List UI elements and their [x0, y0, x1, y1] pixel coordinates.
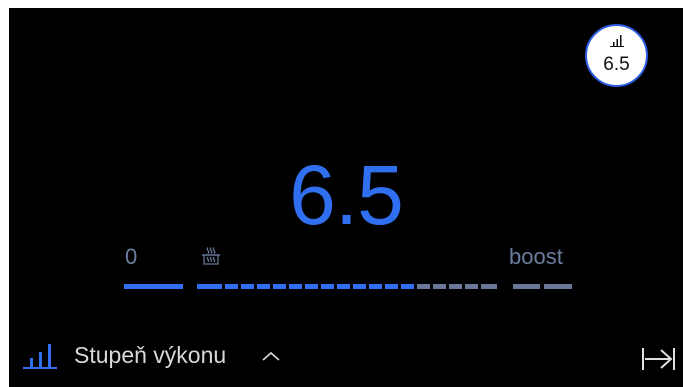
power-level-badge[interactable]: 6.5 [585, 24, 648, 87]
chevron-up-icon [262, 351, 280, 361]
scale-max-label: boost [509, 244, 563, 269]
slider-segment[interactable] [465, 284, 478, 289]
slider-segment[interactable] [321, 284, 334, 289]
pot-steam-icon [202, 247, 220, 265]
cooktop-screen: 6.5 6.5 0 boost Stupeň výkonu [9, 8, 683, 387]
slider-segment[interactable] [289, 284, 302, 289]
slider-segment[interactable] [225, 284, 238, 289]
scale-min-label: 0 [125, 244, 138, 269]
slider-segment[interactable] [241, 284, 254, 289]
slider-segment[interactable] [417, 284, 430, 289]
slider-segment[interactable] [401, 284, 414, 289]
slider-segment[interactable] [124, 284, 183, 289]
slider-segment[interactable] [433, 284, 446, 289]
power-level-icon [610, 35, 624, 47]
exit-arrow-icon[interactable] [641, 346, 677, 372]
slider-segment[interactable] [353, 284, 366, 289]
slider-segment[interactable] [481, 284, 497, 289]
slider-segment[interactable] [449, 284, 462, 289]
slider-segment[interactable] [337, 284, 350, 289]
slider-segment[interactable] [273, 284, 286, 289]
badge-value: 6.5 [603, 54, 630, 75]
power-level-value: 6.5 [289, 148, 404, 242]
slider-segment[interactable] [513, 284, 540, 289]
slider-segment[interactable] [305, 284, 318, 289]
footer-title: Stupeň výkonu [74, 342, 227, 368]
power-level-icon [23, 344, 57, 369]
slider-segment[interactable] [369, 284, 382, 289]
slider-segment[interactable] [544, 284, 572, 289]
slider-segment[interactable] [197, 284, 222, 289]
slider-segment[interactable] [257, 284, 270, 289]
slider-segment[interactable] [385, 284, 398, 289]
